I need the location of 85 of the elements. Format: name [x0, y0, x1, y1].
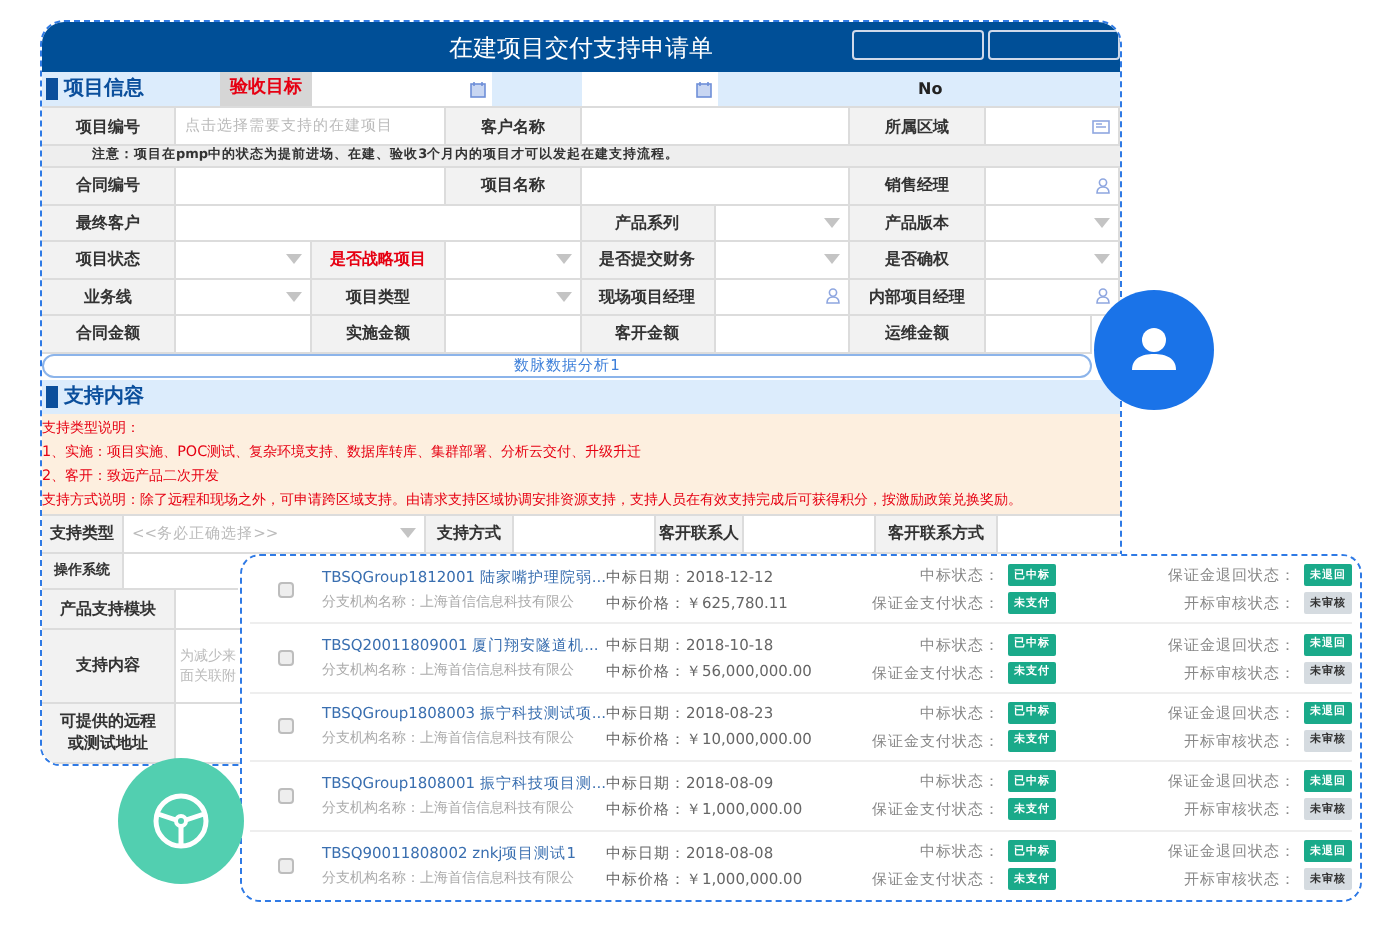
date-field[interactable]	[582, 72, 718, 106]
input-field[interactable]	[124, 553, 238, 589]
field-label: 业务线	[42, 279, 177, 316]
target-label: 验收目标	[220, 72, 312, 106]
checkbox[interactable]	[278, 581, 294, 598]
select-field[interactable]	[985, 205, 1120, 242]
section-title: 支持内容	[64, 382, 144, 411]
input-field[interactable]	[715, 279, 851, 316]
input-field[interactable]	[176, 316, 312, 353]
calendar-icon	[470, 81, 486, 97]
input-field[interactable]	[581, 108, 851, 146]
field-label: 现场项目经理	[581, 279, 716, 316]
checkbox[interactable]	[278, 718, 294, 735]
field-label: 是否确权	[850, 242, 986, 279]
checkbox[interactable]	[278, 650, 294, 667]
field-label: 支持方式	[426, 515, 514, 553]
dropdown-arrow-icon	[1094, 254, 1110, 265]
field-label: 产品版本	[850, 205, 986, 242]
select-field[interactable]	[446, 279, 581, 316]
field-label: 项目状态	[42, 242, 177, 279]
date-field[interactable]	[312, 72, 492, 106]
select-field[interactable]	[446, 242, 581, 279]
field-label: 合同编号	[42, 168, 177, 205]
field-label: 客户名称	[446, 108, 581, 146]
input-field[interactable]	[985, 168, 1120, 205]
input-field[interactable]	[985, 108, 1120, 146]
field-label: 运维金额	[850, 316, 986, 353]
field-label: 销售经理	[850, 168, 986, 205]
dropdown-arrow-icon	[400, 528, 416, 538]
field-label: 项目类型	[311, 279, 447, 316]
input-field[interactable]	[446, 316, 581, 353]
input-field[interactable]	[998, 515, 1120, 553]
field-label: 支持内容	[42, 629, 176, 703]
dropdown-arrow-icon	[285, 254, 302, 265]
header-button[interactable]	[988, 30, 1120, 60]
select-field[interactable]	[715, 205, 851, 242]
input-field[interactable]	[176, 589, 240, 629]
field-label: 客开联系人	[656, 515, 744, 553]
dropdown-arrow-icon	[1094, 217, 1110, 228]
field-label: 项目编号	[42, 108, 177, 146]
field-label: 实施金额	[311, 316, 447, 353]
dropdown-arrow-icon	[824, 217, 841, 228]
field-label: 合同金额	[42, 316, 177, 353]
section-marker-icon	[46, 78, 58, 100]
input-field[interactable]	[176, 168, 447, 205]
input-field[interactable]	[514, 515, 656, 553]
card-icon	[1092, 119, 1110, 133]
field-label: 项目名称	[446, 168, 581, 205]
select-field[interactable]	[985, 242, 1120, 279]
calendar-icon	[696, 81, 712, 97]
dropdown-arrow-icon	[285, 291, 302, 302]
person-icon	[1096, 177, 1110, 194]
input-field[interactable]	[985, 316, 1092, 353]
dropdown-arrow-icon	[555, 254, 571, 265]
field-label: 内部项目经理	[850, 279, 986, 316]
field-label: 最终客户	[42, 205, 177, 242]
checkbox[interactable]	[278, 857, 294, 874]
target-value: No	[918, 77, 943, 101]
dropdown-arrow-icon	[555, 291, 571, 302]
input-field[interactable]	[715, 316, 851, 353]
input-field[interactable]	[176, 205, 581, 242]
section-title: 项目信息	[64, 75, 144, 104]
field-label: 可提供的远程或测试地址	[42, 703, 176, 763]
field-label: 是否战略项目	[311, 242, 447, 279]
field-label: 所属区域	[850, 108, 986, 146]
select-field[interactable]	[176, 242, 312, 279]
section-marker-icon	[46, 385, 58, 407]
field-label: 客开联系方式	[876, 515, 998, 553]
input-field[interactable]	[985, 279, 1120, 316]
field-label: 产品支持模块	[42, 589, 176, 629]
header-button[interactable]	[852, 30, 984, 60]
select-field[interactable]	[715, 242, 851, 279]
select-field[interactable]	[176, 279, 312, 316]
person-icon	[826, 288, 841, 305]
field-label: 客开金额	[581, 316, 716, 353]
dropdown-arrow-icon	[824, 254, 841, 265]
field-label: 产品系列	[581, 205, 716, 242]
checkbox[interactable]	[278, 787, 294, 804]
person-icon	[1096, 288, 1110, 305]
input-field[interactable]	[744, 515, 876, 553]
field-label: 是否提交财务	[581, 242, 716, 279]
input-field[interactable]	[581, 168, 851, 205]
field-label: 支持类型	[42, 515, 124, 553]
input-field[interactable]	[176, 703, 240, 763]
form-title: 在建项目交付支持申请单	[449, 31, 713, 65]
